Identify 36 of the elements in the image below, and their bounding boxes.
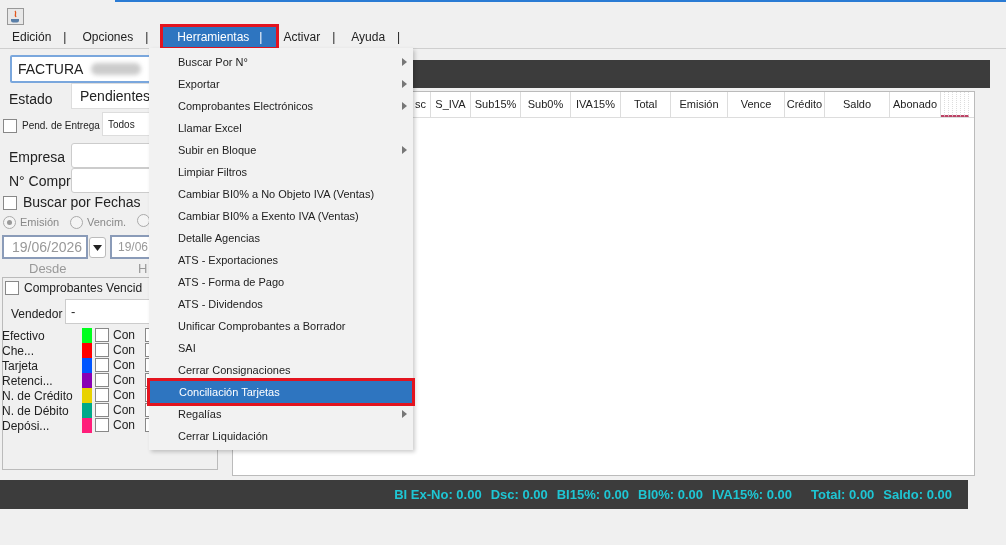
menu-separator: | bbox=[331, 29, 337, 46]
option-label: Con bbox=[113, 343, 135, 357]
checkbox-label: Pend. de Entrega bbox=[22, 119, 100, 133]
field-label: Estado bbox=[9, 90, 53, 109]
payment-label: Depósi... bbox=[2, 419, 50, 433]
total-label: Saldo: 0.00 bbox=[883, 485, 952, 504]
menu-separator: | bbox=[396, 29, 402, 46]
payment-label: Retenci... bbox=[2, 374, 53, 388]
date-label: H bbox=[138, 260, 148, 278]
payment-label: Che... bbox=[2, 344, 34, 358]
total-label: Total: 0.00 bbox=[811, 485, 875, 504]
checkbox-label: Buscar por Fechas bbox=[23, 193, 141, 212]
menu-separator: | bbox=[62, 29, 68, 46]
total-label: BI Ex-No: 0.00 bbox=[394, 485, 482, 504]
option-label: Con bbox=[113, 388, 135, 402]
field-label: Vendedor bbox=[11, 306, 63, 323]
option-label: Con bbox=[113, 358, 135, 372]
field-label: N° Compr. bbox=[9, 172, 74, 191]
option-label: Con bbox=[113, 418, 135, 432]
total-label: BI0%: 0.00 bbox=[638, 485, 704, 504]
total-label: Dsc: 0.00 bbox=[490, 485, 548, 504]
radio-label: Emisión bbox=[20, 215, 60, 230]
option-label: Con bbox=[113, 403, 135, 417]
menu-separator: | bbox=[144, 29, 150, 46]
option-label: Con bbox=[113, 373, 135, 387]
total-label: IVA15%: 0.00 bbox=[712, 485, 792, 504]
payment-label: Efectivo bbox=[2, 329, 45, 343]
date-label: Desde bbox=[29, 260, 67, 278]
payment-label: Tarjeta bbox=[2, 359, 39, 373]
radio-label: Vencim. bbox=[87, 215, 127, 230]
payment-label: N. de Débito bbox=[2, 404, 69, 418]
checkbox-label: Comprobantes Vencid bbox=[24, 280, 143, 297]
total-label: BI15%: 0.00 bbox=[556, 485, 629, 504]
field-label: Empresa bbox=[9, 148, 66, 167]
payment-label: N. de Crédito bbox=[2, 389, 73, 403]
option-label: Con bbox=[113, 328, 135, 342]
